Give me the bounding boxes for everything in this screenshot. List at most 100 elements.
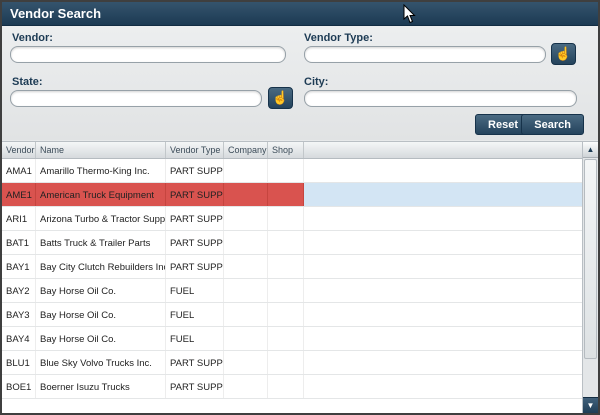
column-header-filler [304,142,582,158]
cell-vendor: BAT1 [2,231,36,254]
cell-name: Bay Horse Oil Co. [36,279,166,302]
cell-company [224,375,268,398]
results-grid: Vendor Name Vendor Type Company Shop AMA… [2,142,582,413]
cell-vendor-type: FUEL [166,303,224,326]
column-header-vendor-type[interactable]: Vendor Type [166,142,224,158]
cell-vendor: BLU1 [2,351,36,374]
cell-vendor: AMA1 [2,159,36,182]
cell-company [224,183,268,206]
cell-filler [304,183,582,206]
cell-shop [268,375,304,398]
table-row[interactable]: BLU1 Blue Sky Volvo Trucks Inc. PART SUP… [2,351,582,375]
cell-vendor-type: PART SUPPLY [166,183,224,206]
cell-company [224,231,268,254]
cell-vendor: BAY1 [2,255,36,278]
cell-filler [304,375,582,398]
cell-shop [268,159,304,182]
cell-name: Arizona Turbo & Tractor Supply Inc. [36,207,166,230]
cell-company [224,279,268,302]
cell-company [224,255,268,278]
cell-vendor-type: FUEL [166,327,224,350]
table-row[interactable]: BOE1 Boerner Isuzu Trucks PART SUPPLY [2,375,582,399]
arrow-down-icon: ▼ [587,401,595,410]
vendor-input[interactable] [10,46,286,63]
cell-name: Amarillo Thermo-King Inc. [36,159,166,182]
vendor-type-input[interactable] [304,46,546,63]
cell-vendor-type: FUEL [166,279,224,302]
cell-filler [304,327,582,350]
cell-vendor-type: PART SUPPLY [166,159,224,182]
cell-vendor: BAY4 [2,327,36,350]
vendor-search-window: Vendor Search Vendor: Vendor Type: ☝ Sta… [0,0,600,415]
table-row-selected[interactable]: AME1 American Truck Equipment PART SUPPL… [2,183,582,207]
cell-company [224,303,268,326]
cell-company [224,327,268,350]
vendor-type-picker-button[interactable]: ☝ [551,43,576,65]
cell-name: American Truck Equipment [36,183,166,206]
table-row[interactable]: BAT1 Batts Truck & Trailer Parts PART SU… [2,231,582,255]
column-header-company[interactable]: Company [224,142,268,158]
cell-filler [304,303,582,326]
cell-filler [304,255,582,278]
vendor-label: Vendor: [12,32,53,44]
window-title: Vendor Search [10,6,101,21]
city-label: City: [304,76,328,88]
state-picker-button[interactable]: ☝ [268,87,293,109]
column-header-vendor[interactable]: Vendor [2,142,36,158]
cell-vendor-type: PART SUPPLY [166,255,224,278]
column-header-name[interactable]: Name [36,142,166,158]
cell-name: Batts Truck & Trailer Parts [36,231,166,254]
cell-vendor-type: PART SUPPLY [166,375,224,398]
pointing-hand-icon: ☝ [555,46,571,61]
cell-filler [304,351,582,374]
pointing-hand-icon: ☝ [272,90,288,105]
cell-name: Bay Horse Oil Co. [36,327,166,350]
table-row[interactable]: BAY2 Bay Horse Oil Co. FUEL [2,279,582,303]
titlebar: Vendor Search [2,2,598,26]
cell-company [224,207,268,230]
cell-vendor: BAY2 [2,279,36,302]
city-input[interactable] [304,90,577,107]
cell-vendor-type: PART SUPPLY [166,231,224,254]
table-header-row: Vendor Name Vendor Type Company Shop [2,142,582,159]
cell-shop [268,327,304,350]
table-row[interactable]: ARI1 Arizona Turbo & Tractor Supply Inc.… [2,207,582,231]
cell-filler [304,159,582,182]
cell-name: Bay Horse Oil Co. [36,303,166,326]
cell-name: Bay City Clutch Rebuilders Inc. [36,255,166,278]
scrollbar-thumb[interactable] [584,159,597,359]
cell-filler [304,279,582,302]
cell-name: Blue Sky Volvo Trucks Inc. [36,351,166,374]
search-button[interactable]: Search [521,114,584,135]
cell-vendor-type: PART SUPPLY [166,351,224,374]
scroll-up-button[interactable]: ▲ [583,142,598,158]
cell-shop [268,255,304,278]
column-header-shop[interactable]: Shop [268,142,304,158]
arrow-up-icon: ▲ [587,145,595,154]
scroll-down-button[interactable]: ▼ [583,397,598,413]
cell-filler [304,231,582,254]
cell-shop [268,279,304,302]
cell-vendor: BOE1 [2,375,36,398]
cell-shop [268,207,304,230]
cell-shop [268,351,304,374]
cell-company [224,159,268,182]
table-row[interactable]: AMA1 Amarillo Thermo-King Inc. PART SUPP… [2,159,582,183]
cell-company [224,351,268,374]
state-label: State: [12,76,43,88]
cell-shop [268,303,304,326]
table-row[interactable]: BAY3 Bay Horse Oil Co. FUEL [2,303,582,327]
cell-shop [268,183,304,206]
cell-vendor: BAY3 [2,303,36,326]
table-row[interactable]: BAY4 Bay Horse Oil Co. FUEL [2,327,582,351]
vendor-type-label: Vendor Type: [304,32,373,44]
table-row[interactable]: BAY1 Bay City Clutch Rebuilders Inc. PAR… [2,255,582,279]
cell-name: Boerner Isuzu Trucks [36,375,166,398]
cell-vendor-type: PART SUPPLY [166,207,224,230]
cell-filler [304,207,582,230]
cell-vendor: AME1 [2,183,36,206]
results-table: Vendor Name Vendor Type Company Shop AMA… [2,141,598,413]
vertical-scrollbar[interactable]: ▲ ▼ [582,142,598,413]
state-input[interactable] [10,90,262,107]
cell-vendor: ARI1 [2,207,36,230]
